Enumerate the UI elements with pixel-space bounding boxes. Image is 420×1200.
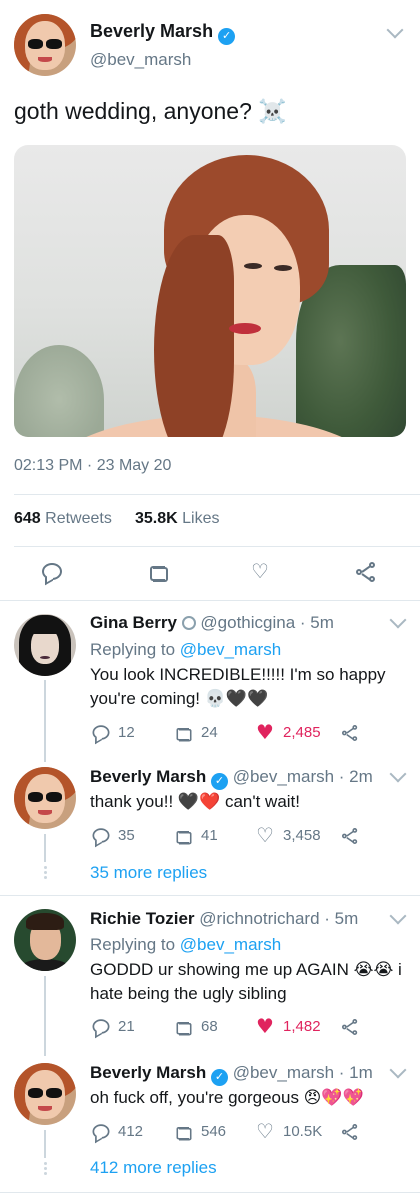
chevron-down-icon[interactable] — [386, 21, 404, 39]
chevron-down-icon[interactable] — [389, 765, 407, 783]
retweet-icon[interactable] — [175, 1125, 194, 1141]
author-handle[interactable]: @bev_marsh — [233, 767, 334, 786]
like-icon[interactable]: ♡ — [251, 561, 269, 581]
author-name[interactable]: Richie Tozier — [90, 909, 195, 928]
like-count: 35.8K — [135, 510, 178, 527]
tweet-timestamp: 02:13 PM · 23 May 20 — [14, 457, 172, 474]
reply-icon[interactable] — [92, 1124, 110, 1139]
author-name[interactable]: Gina Berry — [90, 613, 177, 632]
replying-label: Replying to — [90, 935, 176, 954]
like-icon[interactable]: ♡ — [256, 1121, 274, 1141]
reply-text: thank you!! 🖤❤️ can't wait! — [90, 792, 301, 811]
reply-count: 412 — [118, 1123, 144, 1140]
avatar[interactable] — [14, 909, 76, 971]
liked-heart-icon[interactable]: ♥ — [256, 1016, 274, 1036]
like-count: 3,458 — [283, 827, 321, 844]
retweet-label: Retweets — [45, 510, 112, 527]
share-icon[interactable] — [342, 725, 358, 741]
like-label: Likes — [182, 510, 220, 527]
divider — [0, 895, 420, 896]
thread-dots — [42, 1160, 48, 1177]
reply-text: GODDD ur showing me up AGAIN 😭😭 i — [90, 960, 402, 979]
author-handle[interactable]: @richnotrichard — [199, 909, 319, 928]
share-icon[interactable] — [342, 828, 358, 844]
thread-line — [44, 1130, 46, 1158]
reply-icon[interactable] — [42, 563, 62, 580]
ring-icon — [181, 616, 196, 630]
like-stats[interactable]: 35.8K Likes — [135, 510, 220, 528]
replying-to-link[interactable]: @bev_marsh — [180, 935, 281, 954]
retweet-icon[interactable] — [148, 564, 170, 582]
reply-icon[interactable] — [92, 725, 110, 740]
thread-line — [44, 834, 46, 862]
chevron-down-icon[interactable] — [389, 907, 407, 925]
author-handle[interactable]: @bev_marsh — [90, 50, 191, 70]
verified-icon: ✓ — [210, 773, 228, 790]
reply-text: You look INCREDIBLE!!!!! I'm so happy — [90, 665, 386, 684]
reply-text: hate being the ugly sibling — [90, 984, 287, 1003]
like-count: 1,482 — [283, 1018, 321, 1035]
replying-label: Replying to — [90, 640, 176, 659]
author-handle[interactable]: @gothicgina — [200, 613, 295, 632]
retweet-count: 546 — [201, 1123, 227, 1140]
like-icon[interactable]: ♡ — [256, 825, 274, 845]
reply-count: 12 — [118, 724, 135, 741]
reply-icon[interactable] — [92, 828, 110, 843]
avatar[interactable] — [14, 1063, 76, 1125]
thread-line — [44, 976, 46, 1056]
reply-icon[interactable] — [92, 1019, 110, 1034]
divider — [14, 494, 420, 495]
divider — [0, 1192, 420, 1193]
more-replies-link[interactable]: 35 more replies — [90, 863, 207, 883]
reply-count: 35 — [118, 827, 135, 844]
avatar[interactable] — [14, 614, 76, 676]
share-icon[interactable] — [342, 1019, 358, 1035]
retweet-icon[interactable] — [175, 829, 194, 845]
reply-text: you're coming! 💀🖤🖤 — [90, 689, 269, 708]
divider — [14, 546, 420, 547]
thread-dots — [42, 864, 48, 881]
reply-text: oh fuck off, you're gorgeous 😠💖💖 — [90, 1088, 364, 1107]
retweet-count: 68 — [201, 1018, 218, 1035]
avatar[interactable] — [14, 767, 76, 829]
liked-heart-icon[interactable]: ♥ — [256, 722, 274, 742]
author-name[interactable]: Beverly Marsh — [90, 1063, 206, 1082]
retweet-count: 41 — [201, 827, 218, 844]
like-count: 2,485 — [283, 724, 321, 741]
thread-line — [44, 680, 46, 762]
share-icon[interactable] — [342, 1124, 358, 1140]
retweet-icon[interactable] — [175, 726, 194, 742]
verified-icon: ✓ — [210, 1069, 228, 1086]
reply-count: 21 — [118, 1018, 135, 1035]
retweet-stats[interactable]: 648 Retweets — [14, 510, 112, 528]
verified-icon: ✓ — [218, 28, 236, 45]
author-name[interactable]: Beverly Marsh — [90, 21, 213, 41]
like-count: 10.5K — [283, 1123, 323, 1140]
retweet-count: 648 — [14, 510, 41, 527]
retweet-count: 24 — [201, 724, 218, 741]
divider — [0, 600, 420, 601]
retweet-icon[interactable] — [175, 1020, 194, 1036]
author-name[interactable]: Beverly Marsh — [90, 767, 206, 786]
reply-time: · 5m — [299, 613, 334, 632]
more-replies-link[interactable]: 412 more replies — [90, 1158, 217, 1178]
author-handle[interactable]: @bev_marsh — [233, 1063, 334, 1082]
share-icon[interactable] — [356, 562, 376, 582]
tweet-photo[interactable] — [14, 145, 406, 437]
chevron-down-icon[interactable] — [389, 1061, 407, 1079]
chevron-down-icon[interactable] — [389, 611, 407, 629]
tweet-text: goth wedding, anyone? ☠️ — [14, 98, 287, 124]
reply-time: · 1m — [338, 1063, 373, 1082]
reply-time: · 5m — [324, 909, 359, 928]
replying-to-link[interactable]: @bev_marsh — [180, 640, 281, 659]
reply-time: · 2m — [338, 767, 373, 786]
avatar[interactable] — [14, 14, 76, 76]
